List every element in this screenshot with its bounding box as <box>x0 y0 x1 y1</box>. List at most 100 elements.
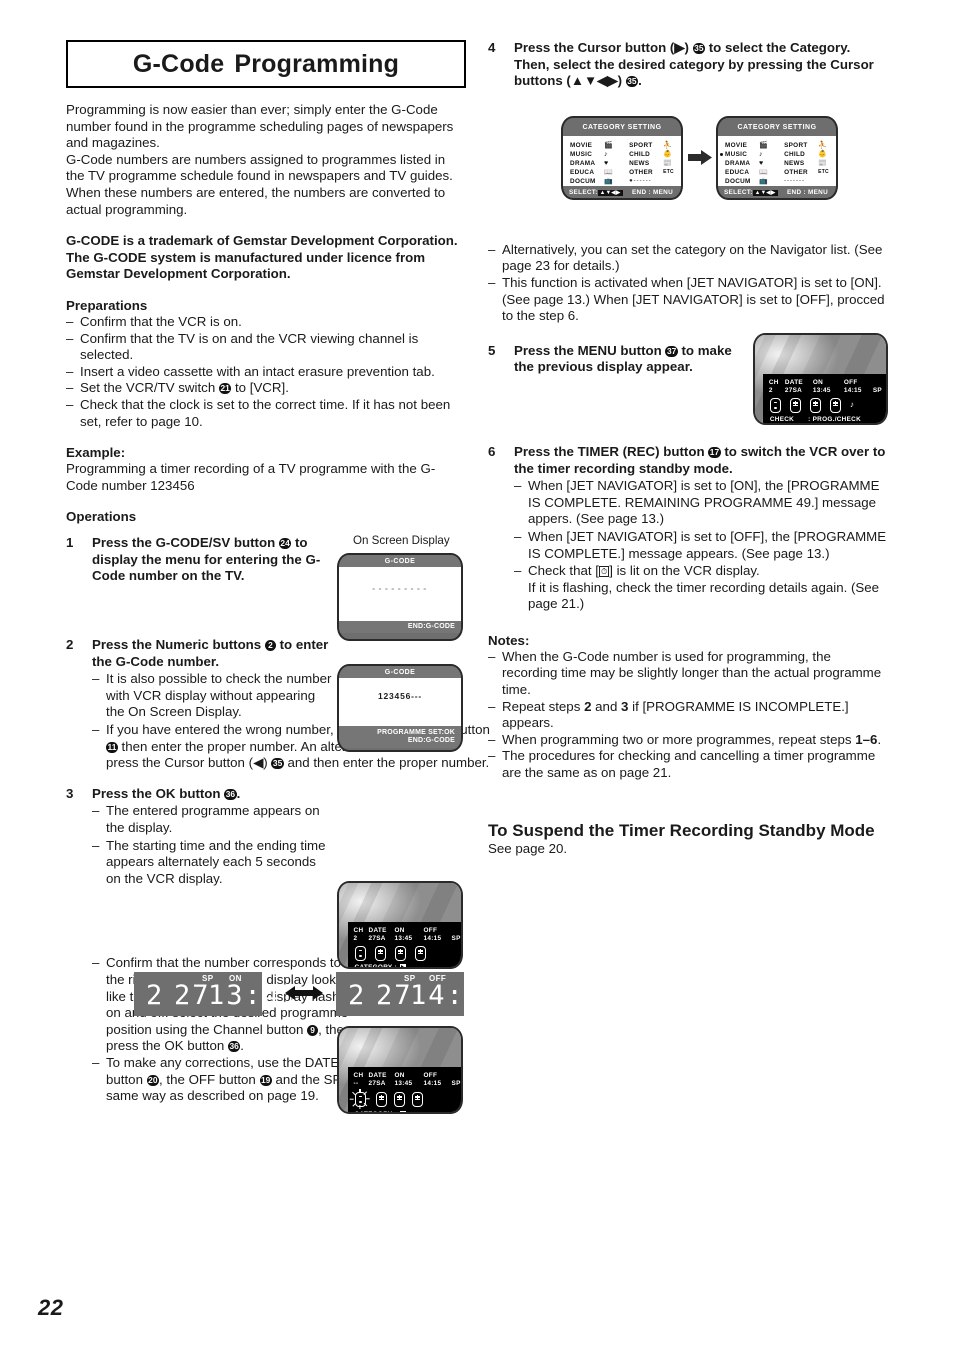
movie-icon: 🎬 <box>604 142 614 149</box>
category-item-sport[interactable]: SPORT ⛹ <box>784 141 829 150</box>
step-ref: 1–6 <box>855 731 878 747</box>
category-item-educa[interactable]: EDUCA 📖 <box>570 168 613 177</box>
drama-icon: ♥ <box>604 160 609 167</box>
end-hint: END : MENU <box>632 189 673 196</box>
step-6: 6 Press the TIMER (REC) button 17 to swi… <box>488 443 887 612</box>
category-item-music[interactable]: MUSIC ♪ <box>570 150 613 159</box>
remote-key-badge: 11 <box>106 741 118 753</box>
category-item-child[interactable]: CHILD 👶 <box>784 150 829 159</box>
vcr-channel: 2 <box>146 980 165 1011</box>
clock-glyph-icon: ⏱ <box>598 566 610 578</box>
intro-paragraph-1: Programming is now easier than ever; sim… <box>66 102 454 151</box>
remote-key-badge: 35 <box>271 758 284 770</box>
category-item-child[interactable]: CHILD 👶 <box>629 150 674 159</box>
osd-category-footer: CATEGORY : <box>348 1108 461 1112</box>
category-item-news[interactable]: NEWS 📰 <box>629 159 674 168</box>
preparations-item: – Insert a video cassette with an intact … <box>66 363 435 379</box>
osd-category-footer: CATEGORY : <box>348 961 461 967</box>
channel-icon <box>769 397 781 413</box>
category-item-music-selected[interactable]: MUSIC ♪ <box>720 150 768 159</box>
page-title: G-Code Programming <box>132 49 400 78</box>
category-column-right: SPORT ⛹ CHILD 👶 NEWS 📰 OTHER ETC ------- <box>784 141 829 186</box>
step-2-note-1: – It is also possible to check the number… <box>92 671 332 720</box>
osd-overlay: CH DATE ON OFF 2 27SA 13:45 14:15 SP ♪ CHECK : … <box>762 373 886 423</box>
preparations-heading: Preparations <box>66 297 148 313</box>
cassette-icon <box>375 1091 387 1107</box>
category-page-dots: ------- <box>784 178 806 184</box>
notes-item-3: – When programming two or more programmes… <box>488 731 882 747</box>
category-item-other[interactable]: OTHER ETC <box>629 168 674 177</box>
preparations-item: – Check that the clock is set to the corr… <box>66 396 451 429</box>
step-number: 5 <box>488 342 496 358</box>
cursor-keys-icon: ▲▼◀▶ <box>752 190 778 196</box>
osd-column-values: 2 27SA 13:45 14:15 SP <box>768 386 882 394</box>
preparations-item: – Confirm that the TV is on and the VCR v… <box>66 330 419 363</box>
education-icon: 📖 <box>759 169 769 176</box>
category-transition-arrow-icon <box>688 150 712 170</box>
remote-key-badge: 35 <box>692 43 705 54</box>
step-4: 4 Press the Cursor button (▶) 35 to sele… <box>488 40 874 89</box>
category-column-left: MOVIE 🎬 MUSIC ♪ DRAMA ♥ EDUCA 📖 DOCUM 📺 <box>570 141 613 186</box>
vcr-channel: 2 <box>348 980 367 1011</box>
music-icon: ♪ <box>759 151 763 158</box>
documentary-icon: 📺 <box>759 178 769 185</box>
osd-column-labels: CH DATE ON OFF <box>768 378 858 386</box>
flashing-channel-icon <box>350 1089 371 1110</box>
step-number: 2 <box>66 637 74 653</box>
osd-body: --------- <box>339 567 461 621</box>
select-hint: SELECT: ▲▼◀▶ <box>569 189 623 196</box>
notes-item-1: – When the G-Code number is used for prog… <box>488 648 882 698</box>
osd-prog-check-display: CH DATE ON OFF 2 27SA 13:45 14:15 SP ♪ CHECK : … <box>753 333 888 425</box>
category-item-sport[interactable]: SPORT ⛹ <box>629 141 674 150</box>
intro-paragraph-2: G-Code numbers are numbers assigned to p… <box>66 151 453 217</box>
category-item-drama[interactable]: DRAMA ♥ <box>725 159 768 168</box>
category-item-drama[interactable]: DRAMA ♥ <box>570 159 613 168</box>
education-icon: 📖 <box>604 169 614 176</box>
example-heading: Example: <box>66 445 126 461</box>
select-hint: SELECT: ▲▼◀▶ <box>724 189 778 196</box>
remote-key-badge: 20 <box>146 1074 159 1086</box>
vcr-display-end-time: SP OFF 2 27 14:15 <box>336 972 499 1016</box>
cassette-icon <box>789 397 801 413</box>
category-item-movie[interactable]: MOVIE 🎬 <box>570 141 613 150</box>
osd-category-setting-selected: CATEGORY SETTING MOVIE 🎬 MUSIC ♪ DRAMA ♥ ED… <box>716 116 838 200</box>
remote-key-badge: 36 <box>224 788 237 800</box>
alternate-arrow-icon <box>285 983 323 1008</box>
osd-cassette-icons: ♪ <box>763 394 886 413</box>
osd-category-setting-initial: CATEGORY SETTING MOVIE 🎬 MUSIC ♪ DRAMA ♥ ED… <box>561 116 683 200</box>
category-item-news[interactable]: NEWS 📰 <box>784 159 829 168</box>
osd-footer: PROGRAMME SET:OK END:G-CODE <box>339 726 461 748</box>
remote-key-badge: 2 <box>264 640 276 652</box>
cursor-keys-icon: ▲▼◀▶ <box>597 190 623 196</box>
category-item-other[interactable]: OTHER ETC <box>784 168 829 177</box>
step-number: 3 <box>66 785 74 801</box>
cassette-icon <box>411 1091 423 1107</box>
step-2: 2 Press the Numeric buttons 2 to enter t… <box>66 637 490 772</box>
cassette-icon <box>809 397 821 413</box>
osd-header: G-CODE <box>339 666 461 678</box>
osd-overlay: CH DATE ON OFF 2 27SA 13:45 14:15 SP CATEGORY : <box>347 921 461 967</box>
step-number: 4 <box>488 40 496 55</box>
step-3-note-2: – The starting time and the ending time a… <box>92 837 326 886</box>
osd-programme-display-flashing: CH DATE ON OFF -- 27SA 13:45 14:15 SP <box>337 1026 463 1114</box>
osd-gcode-empty: G-CODE --------- END:G-CODE <box>337 553 463 641</box>
on-screen-display-caption: On Screen Display <box>353 534 450 547</box>
osd-column-labels: CH DATE ON OFF <box>353 926 438 934</box>
channel-icon <box>354 945 366 961</box>
step-4-note-1: – Alternatively, you can set the category… <box>488 241 883 274</box>
notes-item-2: – Repeat steps 2 and 3 if [PROGRAMME IS I… <box>488 698 849 731</box>
category-page-dots: ●------ <box>629 178 652 184</box>
drama-icon: ♥ <box>759 160 764 167</box>
category-item-educa[interactable]: EDUCA 📖 <box>725 168 768 177</box>
notes-heading: Notes: <box>488 632 530 648</box>
osd-footer-line-2: END:G-CODE <box>407 737 455 744</box>
movie-icon: 🎬 <box>759 142 769 149</box>
category-item-docum[interactable]: DOCUM 📺 <box>570 177 613 186</box>
category-item-movie[interactable]: MOVIE 🎬 <box>725 141 768 150</box>
osd-header: G-CODE <box>339 555 461 567</box>
news-icon: 📰 <box>818 160 828 167</box>
vcr-date: 27 <box>174 980 211 1011</box>
category-item-docum[interactable]: DOCUM 📺 <box>725 177 768 186</box>
prog-check-label: : PROG./CHECK <box>808 415 861 423</box>
step-3: 3 Press the OK button 36. – The entered p… <box>66 786 328 888</box>
